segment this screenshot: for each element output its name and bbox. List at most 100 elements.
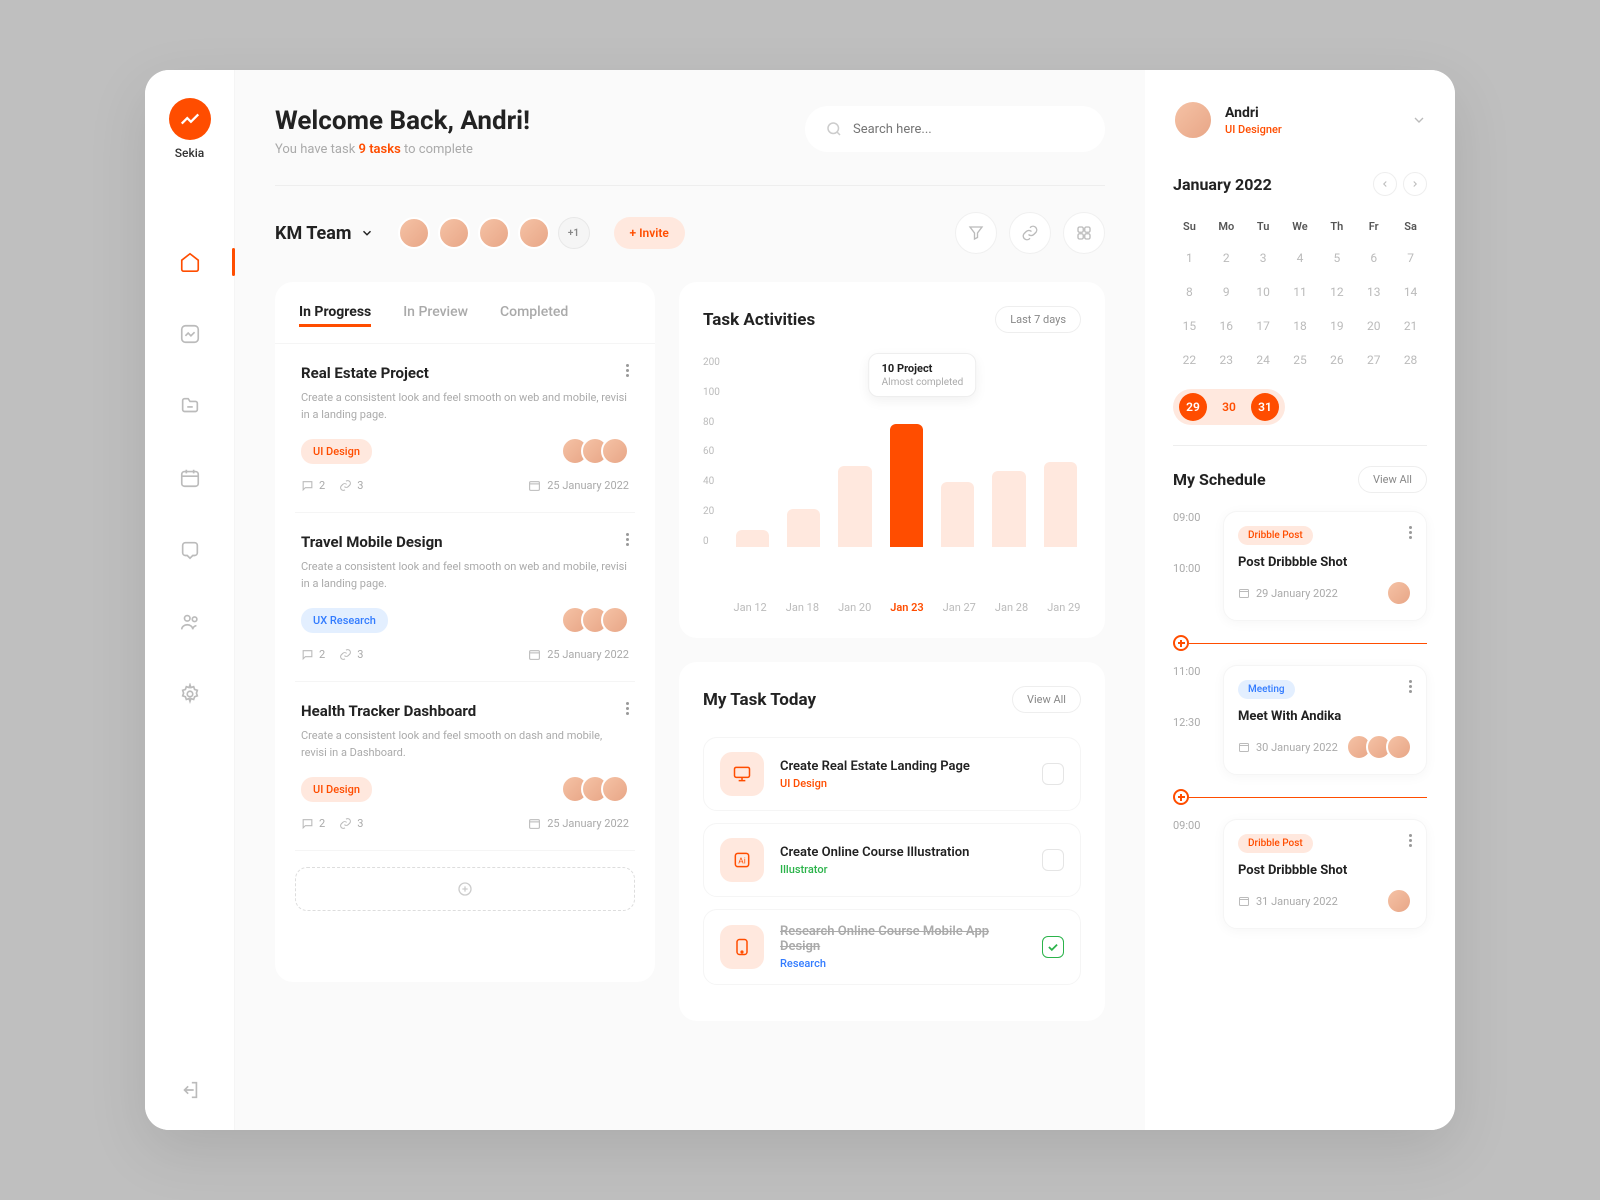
cal-day[interactable]: 26 bbox=[1320, 345, 1353, 375]
cal-day[interactable]: 15 bbox=[1173, 311, 1206, 341]
grid-button[interactable] bbox=[1063, 212, 1105, 254]
team-selector[interactable]: KM Team bbox=[275, 223, 374, 244]
chevron-down-icon bbox=[1411, 112, 1427, 128]
tab-preview[interactable]: In Preview bbox=[403, 304, 468, 327]
nav-calendar[interactable] bbox=[178, 466, 202, 490]
tab-completed[interactable]: Completed bbox=[500, 304, 568, 327]
task-menu[interactable] bbox=[626, 533, 629, 551]
schedule-menu[interactable] bbox=[1409, 680, 1412, 709]
cal-day[interactable]: 8 bbox=[1173, 277, 1206, 307]
cal-day[interactable]: 24 bbox=[1247, 345, 1280, 375]
cal-day[interactable]: 1 bbox=[1173, 243, 1206, 273]
cal-day[interactable]: 10 bbox=[1247, 277, 1280, 307]
cal-day[interactable]: 28 bbox=[1394, 345, 1427, 375]
cal-day[interactable]: 27 bbox=[1357, 345, 1390, 375]
nav-home[interactable] bbox=[178, 250, 202, 274]
task-item[interactable]: Real Estate Project Create a consistent … bbox=[295, 344, 635, 513]
cal-day-highlighted[interactable]: 31 bbox=[1251, 393, 1279, 421]
nav-logout[interactable] bbox=[178, 1078, 202, 1102]
tabs: In Progress In Preview Completed bbox=[275, 304, 655, 344]
cal-day[interactable]: 17 bbox=[1247, 311, 1280, 341]
cal-day[interactable]: 9 bbox=[1210, 277, 1243, 307]
cal-day[interactable]: 4 bbox=[1284, 243, 1317, 273]
nav-folder[interactable] bbox=[178, 394, 202, 418]
cal-day[interactable]: 16 bbox=[1210, 311, 1243, 341]
schedule-menu[interactable] bbox=[1409, 834, 1412, 863]
view-all-schedule[interactable]: View All bbox=[1358, 466, 1427, 493]
avatar[interactable] bbox=[398, 217, 430, 249]
bar[interactable] bbox=[736, 530, 769, 547]
today-task[interactable]: Research Online Course Mobile App Design… bbox=[703, 909, 1081, 985]
search-box[interactable] bbox=[805, 106, 1105, 152]
task-desc: Create a consistent look and feel smooth… bbox=[301, 728, 629, 761]
nav-settings[interactable] bbox=[178, 682, 202, 706]
filter-button[interactable] bbox=[955, 212, 997, 254]
nav-team[interactable] bbox=[178, 610, 202, 634]
links-count: 3 bbox=[339, 479, 363, 492]
cal-day[interactable]: 3 bbox=[1247, 243, 1280, 273]
today-task[interactable]: Create Real Estate Landing PageUI Design bbox=[703, 737, 1081, 811]
cal-day[interactable]: 12 bbox=[1320, 277, 1353, 307]
avatar[interactable] bbox=[518, 217, 550, 249]
bar[interactable] bbox=[992, 471, 1025, 547]
task-item[interactable]: Travel Mobile Design Create a consistent… bbox=[295, 513, 635, 682]
schedule-menu[interactable] bbox=[1409, 526, 1412, 555]
cal-day[interactable]: 13 bbox=[1357, 277, 1390, 307]
cal-next[interactable] bbox=[1403, 172, 1427, 196]
cal-day[interactable]: 23 bbox=[1210, 345, 1243, 375]
bar[interactable] bbox=[941, 482, 974, 547]
cal-day[interactable]: 21 bbox=[1394, 311, 1427, 341]
link-button[interactable] bbox=[1009, 212, 1051, 254]
bar[interactable] bbox=[890, 424, 923, 548]
search-icon bbox=[825, 120, 843, 138]
cal-prev[interactable] bbox=[1373, 172, 1397, 196]
cal-day[interactable]: 5 bbox=[1320, 243, 1353, 273]
view-all-tasks[interactable]: View All bbox=[1012, 686, 1081, 713]
chart-range[interactable]: Last 7 days bbox=[995, 306, 1081, 333]
cal-day[interactable]: 2 bbox=[1210, 243, 1243, 273]
task-icon: Ai bbox=[720, 838, 764, 882]
calendar-highlight-row: 29 30 31 bbox=[1173, 389, 1427, 425]
avatar-more[interactable]: +1 bbox=[558, 217, 590, 249]
task-menu[interactable] bbox=[626, 702, 629, 720]
schedule-card[interactable]: Meeting Meet With Andika 30 January 2022 bbox=[1223, 665, 1427, 775]
cal-day-highlighted[interactable]: 29 bbox=[1179, 393, 1207, 421]
tab-progress[interactable]: In Progress bbox=[299, 304, 371, 327]
cal-day[interactable]: 11 bbox=[1284, 277, 1317, 307]
cal-day[interactable]: 19 bbox=[1320, 311, 1353, 341]
cal-day[interactable]: 20 bbox=[1357, 311, 1390, 341]
task-date: 25 January 2022 bbox=[528, 648, 629, 661]
cal-day[interactable]: 25 bbox=[1284, 345, 1317, 375]
avatar[interactable] bbox=[438, 217, 470, 249]
nav-message[interactable] bbox=[178, 538, 202, 562]
schedule-card[interactable]: Dribble Post Post Dribbble Shot 31 Janua… bbox=[1223, 819, 1427, 929]
bar[interactable] bbox=[838, 466, 871, 547]
divider bbox=[275, 185, 1105, 186]
user-card[interactable]: AndriUI Designer bbox=[1173, 100, 1427, 140]
cal-day[interactable]: 6 bbox=[1357, 243, 1390, 273]
cal-day[interactable]: 14 bbox=[1394, 277, 1427, 307]
task-checkbox[interactable] bbox=[1042, 763, 1064, 785]
task-item[interactable]: Health Tracker Dashboard Create a consis… bbox=[295, 682, 635, 851]
avatar[interactable] bbox=[478, 217, 510, 249]
nav-analytics[interactable] bbox=[178, 322, 202, 346]
cal-day[interactable]: 7 bbox=[1394, 243, 1427, 273]
task-menu[interactable] bbox=[626, 364, 629, 382]
cal-day-head: Tu bbox=[1247, 214, 1280, 239]
tasks-panel: In Progress In Preview Completed Real Es… bbox=[275, 282, 655, 982]
cal-day-highlighted[interactable]: 30 bbox=[1215, 393, 1243, 421]
add-task-button[interactable] bbox=[295, 867, 635, 911]
cal-day[interactable]: 18 bbox=[1284, 311, 1317, 341]
bar[interactable] bbox=[1044, 462, 1077, 548]
cal-day[interactable]: 22 bbox=[1173, 345, 1206, 375]
search-input[interactable] bbox=[853, 122, 1085, 137]
logo[interactable] bbox=[169, 98, 211, 140]
today-task-tag: Illustrator bbox=[780, 863, 1026, 876]
today-task[interactable]: Ai Create Online Course IllustrationIllu… bbox=[703, 823, 1081, 897]
schedule-card[interactable]: Dribble Post Post Dribbble Shot 29 Janua… bbox=[1223, 511, 1427, 621]
bar[interactable] bbox=[787, 509, 820, 547]
task-checkbox[interactable] bbox=[1042, 849, 1064, 871]
comments-count: 2 bbox=[301, 479, 325, 492]
task-checkbox[interactable] bbox=[1042, 936, 1064, 958]
invite-button[interactable]: + Invite bbox=[614, 217, 685, 249]
